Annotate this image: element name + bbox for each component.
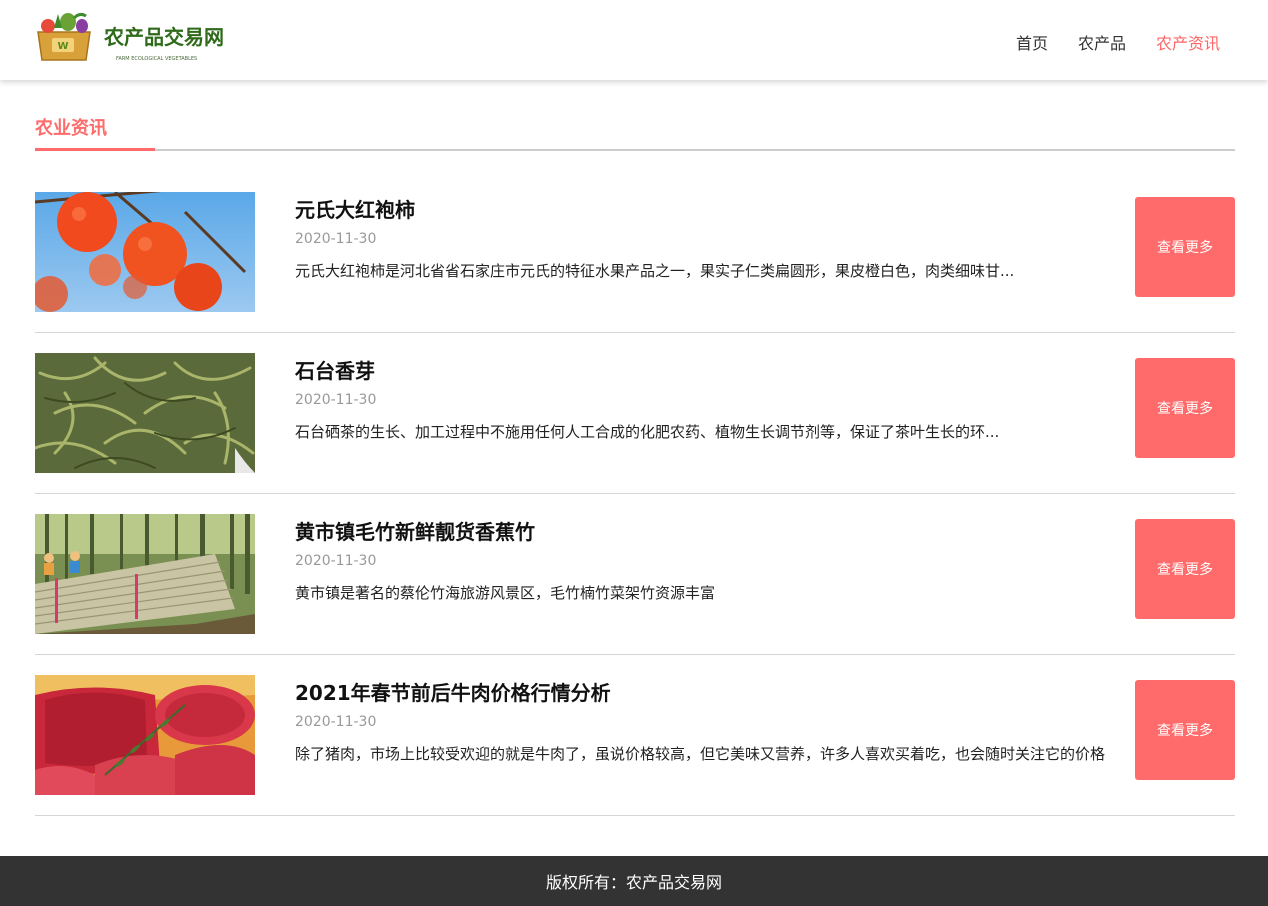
bamboo-image[interactable] — [35, 514, 255, 634]
nav-news[interactable]: 农产资讯 — [1156, 30, 1220, 54]
site-logo[interactable]: W 农产品交易网 FARM ECOLOGICAL VEGETABLES — [34, 10, 244, 66]
svg-text:农产品交易网: 农产品交易网 — [103, 25, 224, 49]
site-footer: 版权所有：农产品交易网 — [0, 856, 1268, 906]
article-list: 元氏大红袍柿 2020-11-30 元氏大红袍柿是河北省省石家庄市元氏的特征水果… — [35, 172, 1235, 816]
svg-text:W: W — [57, 41, 68, 52]
section-divider-accent — [35, 148, 155, 151]
view-more-button[interactable]: 查看更多 — [1135, 519, 1235, 619]
main-nav: 首页 农产品 农产资讯 — [1016, 30, 1220, 54]
view-more-button[interactable]: 查看更多 — [1135, 358, 1235, 458]
logo-basket-icon: W 农产品交易网 FARM ECOLOGICAL VEGETABLES — [37, 12, 224, 62]
list-item: 元氏大红袍柿 2020-11-30 元氏大红袍柿是河北省省石家庄市元氏的特征水果… — [35, 172, 1235, 333]
tea-leaves-image[interactable] — [35, 353, 255, 473]
article-date: 2020-11-30 — [295, 714, 377, 730]
copyright-text: 版权所有：农产品交易网 — [545, 873, 722, 892]
list-item: 2021年春节前后牛肉价格行情分析 2020-11-30 除了猪肉，市场上比较受… — [35, 655, 1235, 816]
article-title[interactable]: 2021年春节前后牛肉价格行情分析 — [295, 677, 611, 706]
article-title[interactable]: 元氏大红袍柿 — [295, 194, 415, 223]
list-item: 石台香芽 2020-11-30 石台硒茶的生长、加工过程中不施用任何人工合成的化… — [35, 333, 1235, 494]
section-title: 农业资讯 — [35, 118, 107, 139]
svg-text:FARM ECOLOGICAL VEGETABLES: FARM ECOLOGICAL VEGETABLES — [116, 56, 197, 62]
beef-image[interactable] — [35, 675, 255, 795]
site-header: W 农产品交易网 FARM ECOLOGICAL VEGETABLES 首页 农… — [0, 0, 1268, 80]
article-summary: 元氏大红袍柿是河北省省石家庄市元氏的特征水果产品之一，果实子仁类扁圆形，果皮橙白… — [295, 262, 1015, 280]
article-date: 2020-11-30 — [295, 231, 377, 247]
article-title[interactable]: 黄市镇毛竹新鲜靓货香蕉竹 — [295, 516, 535, 545]
article-date: 2020-11-30 — [295, 392, 377, 408]
persimmon-image[interactable] — [35, 192, 255, 312]
article-title[interactable]: 石台香芽 — [295, 355, 375, 384]
section-divider — [35, 149, 1235, 151]
nav-products[interactable]: 农产品 — [1078, 30, 1126, 54]
view-more-button[interactable]: 查看更多 — [1135, 197, 1235, 297]
article-summary: 黄市镇是著名的蔡伦竹海旅游风景区，毛竹楠竹菜架竹资源丰富 — [295, 584, 716, 602]
nav-home[interactable]: 首页 — [1016, 30, 1048, 54]
article-date: 2020-11-30 — [295, 553, 377, 569]
article-summary: 除了猪肉，市场上比较受欢迎的就是牛肉了，虽说价格较高，但它美味又营养，许多人喜欢… — [295, 745, 1106, 763]
article-summary: 石台硒茶的生长、加工过程中不施用任何人工合成的化肥农药、植物生长调节剂等，保证了… — [295, 423, 1000, 441]
list-item: 黄市镇毛竹新鲜靓货香蕉竹 2020-11-30 黄市镇是著名的蔡伦竹海旅游风景区… — [35, 494, 1235, 655]
view-more-button[interactable]: 查看更多 — [1135, 680, 1235, 780]
